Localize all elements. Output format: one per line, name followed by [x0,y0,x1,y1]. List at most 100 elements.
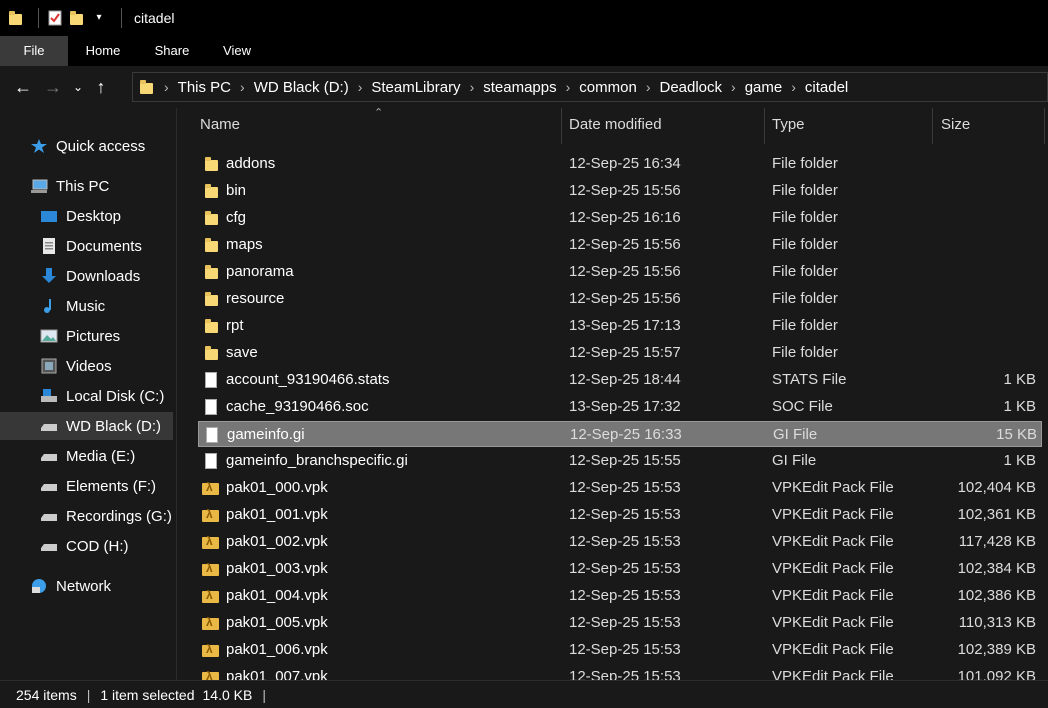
breadcrumb-wd-black[interactable]: WD Black (D:) [250,79,353,96]
properties-icon[interactable] [47,10,63,26]
sidebar-item-label: Local Disk (C:) [66,387,165,405]
column-divider[interactable] [932,108,933,144]
file-name: account_93190466.stats [226,371,390,388]
column-header-name[interactable]: Name [200,116,240,133]
table-row[interactable]: account_93190466.stats 12-Sep-25 18:44 STA… [198,367,1042,393]
sidebar-item-downloads[interactable]: Downloads [40,262,140,290]
breadcrumb-deadlock[interactable]: Deadlock [655,79,726,96]
sidebar-item-documents[interactable]: Documents [40,232,142,260]
table-row[interactable]: pak01_002.vpk 12-Sep-25 15:53 VPKEdit Pack… [198,529,1042,555]
selection-size: 14.0 KB [202,686,253,703]
breadcrumb-steamapps[interactable]: steamapps [479,79,560,96]
file-type: STATS File [772,371,847,388]
breadcrumb-game[interactable]: game [741,79,787,96]
file-name: pak01_006.vpk [226,641,328,658]
file-date: 12-Sep-25 15:55 [569,452,681,469]
file-size: 102,404 KB [957,479,1036,496]
table-row[interactable]: cache_93190466.soc 13-Sep-25 17:32 SOC Fil… [198,394,1042,420]
sidebar-item-videos[interactable]: Videos [40,352,112,380]
table-row[interactable]: pak01_000.vpk 12-Sep-25 15:53 VPKEdit Pack… [198,475,1042,501]
sidebar-item-desktop[interactable]: Desktop [40,202,121,230]
arrow-left-icon[interactable]: ← [8,72,38,102]
pane-divider[interactable] [176,108,177,680]
new-folder-icon[interactable] [69,10,85,26]
column-header-size[interactable]: Size [941,116,970,133]
arrow-right-icon[interactable]: → [38,72,68,102]
sidebar-item-wd-black-d[interactable]: WD Black (D:) [0,412,173,440]
chevron-right-icon[interactable]: › [641,79,656,95]
arrow-up-icon[interactable]: ↑ [88,72,114,102]
file-type: File folder [772,236,838,253]
table-row[interactable]: save 12-Sep-25 15:57 File folder [198,340,1042,366]
table-row[interactable]: pak01_001.vpk 12-Sep-25 15:53 VPKEdit Pack… [198,502,1042,528]
chevron-right-icon[interactable]: › [726,79,741,95]
table-row[interactable]: cfg 12-Sep-25 16:16 File folder [198,205,1042,231]
tab-share[interactable]: Share [138,36,206,66]
file-name: save [226,344,258,361]
sidebar-item-recordings-g[interactable]: Recordings (G:) [40,502,172,530]
breadcrumb-common[interactable]: common [575,79,641,96]
table-row[interactable]: rpt 13-Sep-25 17:13 File folder [198,313,1042,339]
breadcrumb-citadel[interactable]: citadel [801,79,852,96]
sidebar-item-network[interactable]: Network [30,572,111,600]
table-row[interactable]: bin 12-Sep-25 15:56 File folder [198,178,1042,204]
file-date: 12-Sep-25 15:53 [569,533,681,550]
breadcrumb-steamlibrary[interactable]: SteamLibrary [367,79,464,96]
sidebar-item-quick-access[interactable]: Quick access [30,132,145,160]
chevron-right-icon[interactable]: › [353,79,368,95]
sidebar-item-music[interactable]: Music [40,292,105,320]
sidebar-item-elements-f[interactable]: Elements (F:) [40,472,156,500]
column-divider[interactable] [764,108,765,144]
table-row[interactable]: pak01_003.vpk 12-Sep-25 15:53 VPKEdit Pack… [198,556,1042,582]
table-row[interactable]: gameinfo.gi 12-Sep-25 16:33 GI File 15 KB [198,421,1042,447]
sidebar-item-pictures[interactable]: Pictures [40,322,120,350]
table-row[interactable]: resource 12-Sep-25 15:56 File folder [198,286,1042,312]
address-bar[interactable]: › This PC › WD Black (D:) › SteamLibrary… [132,72,1048,102]
chevron-right-icon[interactable]: › [159,79,174,95]
table-row[interactable]: addons 12-Sep-25 16:34 File folder [198,151,1042,177]
folder-icon [204,183,218,199]
table-row[interactable]: pak01_005.vpk 12-Sep-25 15:53 VPKEdit Pack… [198,610,1042,636]
column-divider[interactable] [561,108,562,144]
chevron-right-icon[interactable]: › [235,79,250,95]
table-row[interactable]: pak01_006.vpk 12-Sep-25 15:53 VPKEdit Pack… [198,637,1042,663]
status-divider: | [86,686,91,703]
drive-icon [40,508,58,524]
folder-icon [139,79,155,95]
column-divider[interactable] [1044,108,1045,144]
file-date: 12-Sep-25 15:53 [569,587,681,604]
file-date: 12-Sep-25 15:56 [569,263,681,280]
sidebar-item-this-pc[interactable]: This PC [30,172,109,200]
column-header-type[interactable]: Type [772,116,805,133]
chevron-down-icon[interactable]: ▾ [91,10,107,26]
file-type: File folder [772,290,838,307]
sidebar-item-cod-h[interactable]: COD (H:) [40,532,129,560]
table-row[interactable]: panorama 12-Sep-25 15:56 File folder [198,259,1042,285]
folder-icon [204,318,218,334]
table-row[interactable]: pak01_007.vpk 12-Sep-25 15:53 VPKEdit Pack… [198,664,1042,680]
table-row[interactable]: gameinfo_branchspecific.gi 12-Sep-25 15:5… [198,448,1042,474]
chevron-down-icon[interactable]: ⌄ [68,72,88,102]
chevron-right-icon[interactable]: › [786,79,801,95]
table-row[interactable]: pak01_004.vpk 12-Sep-25 15:53 VPKEdit Pack… [198,583,1042,609]
folder-icon [204,210,218,226]
sidebar-item-media-e[interactable]: Media (E:) [40,442,135,470]
file-name: rpt [226,317,244,334]
chevron-right-icon[interactable]: › [561,79,576,95]
tab-file[interactable]: File [0,36,68,66]
breadcrumb-this-pc[interactable]: This PC [174,79,235,96]
tab-view[interactable]: View [206,36,268,66]
tab-home[interactable]: Home [68,36,138,66]
table-row[interactable]: maps 12-Sep-25 15:56 File folder [198,232,1042,258]
folder-icon[interactable] [8,10,24,26]
music-icon [40,298,58,314]
file-name: gameinfo.gi [227,426,305,443]
sidebar-item-local-disk-c[interactable]: Local Disk (C:) [40,382,164,410]
file-type: GI File [772,452,817,469]
toolbar-divider [121,8,122,28]
file-type: VPKEdit Pack File [772,479,894,496]
file-size: 102,389 KB [957,641,1036,658]
column-header-date[interactable]: Date modified [569,116,662,133]
chevron-right-icon[interactable]: › [465,79,480,95]
file-date: 12-Sep-25 16:34 [569,155,681,172]
